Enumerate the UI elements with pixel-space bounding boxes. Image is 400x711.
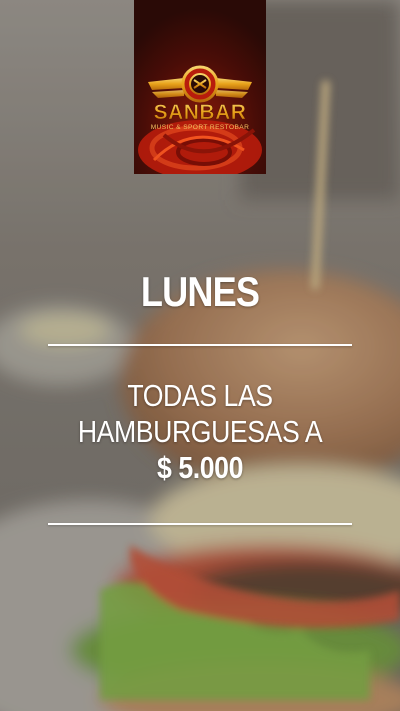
divider-top: [48, 344, 352, 346]
promo-price: $ 5.000: [157, 450, 243, 485]
divider-bottom: [48, 523, 352, 525]
brand-name: SANBAR: [154, 101, 247, 124]
promo-text: TODAS LAS HAMBURGUESAS A $ 5.000: [0, 378, 400, 486]
sanbar-logo: SANBAR MUSIC & SPORT RESTOBAR: [134, 0, 266, 174]
promo-day: LUNES: [140, 268, 260, 315]
brand-tagline: MUSIC & SPORT RESTOBAR: [151, 124, 250, 131]
promo-line-1: TODAS LAS: [127, 378, 273, 413]
promo-line-2: HAMBURGUESAS A: [77, 414, 323, 449]
